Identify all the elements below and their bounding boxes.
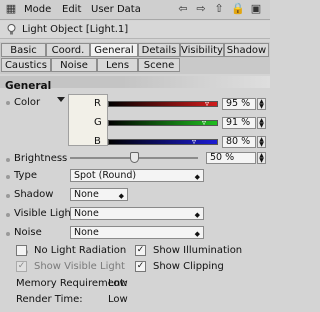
type-label: Type xyxy=(14,170,37,181)
section-title: General xyxy=(5,80,52,92)
channel-r-slider[interactable] xyxy=(108,101,218,107)
object-title: Light Object [Light.1] xyxy=(22,24,129,35)
light-object-icon xyxy=(7,24,16,35)
visible-light-bullet xyxy=(6,213,10,217)
color-label: Color xyxy=(14,97,41,108)
tab-visibility[interactable]: Visibility xyxy=(180,43,224,57)
tab-scene[interactable]: Scene xyxy=(138,58,180,72)
tab-bar: Basic Coord. General Details Visibility … xyxy=(0,42,270,74)
tab-shadow[interactable]: Shadow xyxy=(224,43,269,57)
new-window-icon[interactable]: ▣ xyxy=(249,2,263,16)
menu-mode[interactable]: Mode xyxy=(24,4,51,15)
visible-light-label: Visible Light xyxy=(14,208,75,219)
show-clipping-checkbox[interactable]: ✓ xyxy=(135,261,146,272)
type-dropdown[interactable]: Spot (Round) ◆ xyxy=(70,169,204,182)
forward-arrow-icon[interactable]: ⇨ xyxy=(194,2,208,16)
channel-r-value[interactable]: 95 % xyxy=(222,98,256,110)
channel-g-letter: G xyxy=(94,117,102,128)
channel-b-slider[interactable] xyxy=(108,139,218,145)
channel-b-marker-icon[interactable]: ▿ xyxy=(192,138,201,146)
channel-b-letter: B xyxy=(94,136,101,147)
object-manager-icon[interactable]: ▦ xyxy=(4,2,18,16)
lock-icon[interactable]: 🔒 xyxy=(231,2,245,16)
tab-lens[interactable]: Lens xyxy=(97,58,138,72)
dropdown-arrow-icon: ◆ xyxy=(118,192,124,200)
show-illumination-label: Show Illumination xyxy=(153,245,243,256)
dropdown-arrow-icon: ◆ xyxy=(194,230,200,238)
channel-r-spinner[interactable]: ▲ ▼ xyxy=(257,98,266,110)
color-menu-arrow-icon[interactable] xyxy=(57,97,65,102)
visible-light-dropdown-value: None xyxy=(74,208,99,219)
menu-bar: ▦ Mode Edit User Data ⇦ ⇨ ⇧ 🔒 ▣ xyxy=(0,0,270,20)
brightness-slider-knob[interactable] xyxy=(130,152,139,163)
noise-dropdown[interactable]: None ◆ xyxy=(70,226,204,239)
tab-basic[interactable]: Basic xyxy=(1,43,46,57)
tab-caustics[interactable]: Caustics xyxy=(1,58,51,72)
channel-r-letter: R xyxy=(94,98,101,109)
noise-dropdown-value: None xyxy=(74,227,99,238)
channel-b-value[interactable]: 80 % xyxy=(222,136,256,148)
memory-requirement-value: Low xyxy=(108,278,128,289)
tab-coord[interactable]: Coord. xyxy=(46,43,90,57)
menu-edit[interactable]: Edit xyxy=(62,4,81,15)
shadow-label: Shadow xyxy=(14,189,54,200)
brightness-value[interactable]: 50 % xyxy=(206,152,256,164)
tab-noise[interactable]: Noise xyxy=(51,58,97,72)
channel-r-marker-icon[interactable]: ▿ xyxy=(205,100,214,108)
show-visible-light-checkbox[interactable]: ✓ xyxy=(16,261,27,272)
show-visible-light-label: Show Visible Light xyxy=(34,261,125,272)
channel-g-spinner[interactable]: ▲ ▼ xyxy=(257,117,266,129)
show-illumination-checkbox[interactable]: ✓ xyxy=(135,245,146,256)
visible-light-dropdown[interactable]: None ◆ xyxy=(70,207,204,220)
tab-details[interactable]: Details xyxy=(138,43,180,57)
show-clipping-label: Show Clipping xyxy=(153,261,224,272)
render-time-value: Low xyxy=(108,294,128,305)
dropdown-arrow-icon: ◆ xyxy=(194,173,200,181)
channel-g-value[interactable]: 91 % xyxy=(222,117,256,129)
no-light-radiation-checkbox[interactable] xyxy=(16,245,27,256)
object-title-bar: Light Object [Light.1] xyxy=(0,21,270,39)
brightness-bullet xyxy=(6,158,10,162)
shadow-dropdown-value: None xyxy=(74,189,99,200)
brightness-label: Brightness xyxy=(14,153,68,164)
back-arrow-icon[interactable]: ⇦ xyxy=(176,2,190,16)
color-bullet xyxy=(6,101,10,105)
up-arrow-icon[interactable]: ⇧ xyxy=(212,2,226,16)
shadow-bullet xyxy=(6,194,10,198)
dropdown-arrow-icon: ◆ xyxy=(194,211,200,219)
channel-b-spinner[interactable]: ▲ ▼ xyxy=(257,136,266,148)
type-dropdown-value: Spot (Round) xyxy=(74,170,137,181)
shadow-dropdown[interactable]: None ◆ xyxy=(70,188,128,201)
noise-label: Noise xyxy=(14,227,42,238)
brightness-spinner[interactable]: ▲ ▼ xyxy=(257,152,266,164)
color-swatch[interactable] xyxy=(68,94,108,146)
noise-bullet xyxy=(6,232,10,236)
menu-user-data[interactable]: User Data xyxy=(91,4,141,15)
tab-general[interactable]: General xyxy=(90,43,138,57)
type-bullet xyxy=(6,175,10,179)
no-light-radiation-label: No Light Radiation xyxy=(34,245,127,256)
channel-g-marker-icon[interactable]: ▿ xyxy=(202,119,211,127)
render-time-label: Render Time: xyxy=(16,294,83,305)
